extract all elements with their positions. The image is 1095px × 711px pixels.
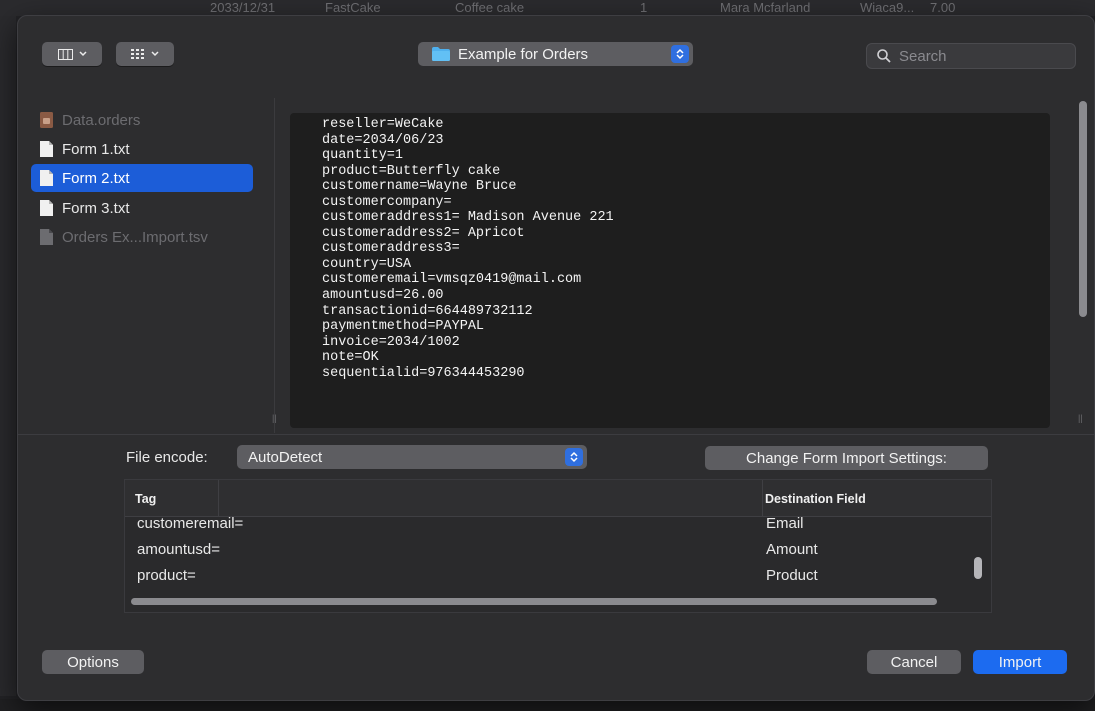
tag-cell: customeremail= [137, 515, 244, 532]
preview-line: transactionid=664489732112 [322, 303, 533, 319]
document-icon [40, 141, 53, 157]
preview-line: amountusd=26.00 [322, 288, 444, 304]
preview-line: quantity=1 [322, 148, 404, 164]
location-label: Example for Orders [458, 45, 589, 63]
tag-cell: amountusd= [137, 541, 220, 558]
column-divider[interactable] [274, 98, 275, 433]
preview-line: sequentialid=976344453290 [322, 365, 525, 381]
destination-cell: Product [766, 567, 818, 584]
preview-line: reseller=WeCake [322, 117, 444, 132]
table-row[interactable]: product= Product [125, 564, 970, 590]
file-encode-label: File encode: [126, 449, 208, 466]
grid-view-button[interactable] [116, 42, 174, 66]
document-icon [40, 200, 53, 216]
column-separator[interactable] [218, 480, 219, 516]
search-icon [877, 49, 891, 63]
popup-stepper-icon [565, 448, 583, 466]
change-form-import-settings-button[interactable]: Change Form Import Settings: [705, 446, 988, 470]
preview-scroll-thumb[interactable] [1079, 101, 1087, 317]
preview-line: note=OK [322, 350, 379, 366]
file-preview: reseller=WeCake date=2034/06/23 quantity… [290, 113, 1050, 428]
destination-cell: Email [766, 515, 804, 532]
chevron-down-icon [78, 51, 87, 57]
grid-icon [131, 48, 144, 59]
file-item-label: Form 2.txt [62, 169, 130, 187]
cancel-button[interactable]: Cancel [867, 650, 961, 674]
preview-line: customername=Wayne Bruce [322, 179, 517, 195]
file-list: Data.orders Form 1.txt Form 2.txt Form 3… [28, 98, 278, 433]
file-item-form-2[interactable]: Form 2.txt [31, 164, 253, 192]
file-item-orders-import: Orders Ex...Import.tsv [31, 223, 253, 251]
import-button[interactable]: Import [973, 650, 1067, 674]
table-horizontal-scroll-thumb[interactable] [131, 598, 937, 605]
preview-line: customeraddress2= Apricot [322, 225, 525, 241]
preview-line: invoice=2034/1002 [322, 334, 460, 350]
table-row[interactable]: customeremail= Email [125, 512, 970, 538]
file-item-data-orders: Data.orders [31, 106, 253, 134]
search-placeholder: Search [899, 47, 947, 65]
file-encode-popup[interactable]: AutoDetect [237, 445, 587, 469]
file-item-label: Orders Ex...Import.tsv [62, 228, 208, 246]
column-view-button[interactable] [42, 42, 102, 66]
background-cell: 7.00 [930, 0, 956, 15]
resize-grip-icon[interactable]: || [1078, 413, 1083, 423]
table-row[interactable]: amountusd= Amount [125, 538, 970, 564]
background-cell: FastCake [325, 0, 381, 15]
preview-line: date=2034/06/23 [322, 132, 444, 148]
import-dialog: Example for Orders Search Data.orders Fo… [17, 15, 1095, 701]
file-item-form-3[interactable]: Form 3.txt [31, 194, 253, 222]
resize-grip-icon[interactable]: || [272, 413, 277, 423]
columns-icon [57, 48, 73, 60]
document-icon [40, 170, 53, 186]
file-item-label: Form 1.txt [62, 140, 130, 158]
popup-stepper-icon [671, 45, 689, 63]
preview-line: customercompany= [322, 194, 452, 210]
tag-cell: product= [137, 567, 196, 584]
search-field[interactable]: Search [866, 43, 1076, 69]
location-popup[interactable]: Example for Orders [418, 42, 693, 66]
destination-cell: Amount [766, 541, 818, 558]
preview-line: customeremail=vmsqz0419@mail.com [322, 272, 582, 288]
preview-line: customeraddress1= Madison Avenue 221 [322, 210, 614, 226]
background-cell: Wiaca9... [860, 0, 915, 15]
document-icon [40, 229, 53, 245]
background-cell: 1 [640, 0, 648, 15]
preview-line: product=Butterfly cake [322, 163, 501, 179]
tag-column-header[interactable]: Tag [135, 492, 156, 506]
preview-line: country=USA [322, 256, 412, 272]
preview-line: paymentmethod=PAYPAL [322, 319, 485, 335]
file-item-form-1[interactable]: Form 1.txt [31, 135, 253, 163]
options-button[interactable]: Options [42, 650, 144, 674]
file-item-label: Data.orders [62, 111, 141, 129]
chevron-down-icon [151, 51, 159, 57]
section-divider [18, 434, 1094, 435]
background-cell: Coffee cake [455, 0, 525, 15]
file-item-label: Form 3.txt [62, 199, 130, 217]
preview-line: customeraddress3= [322, 241, 460, 257]
background-table-row: 2033/12/31 FastCake Coffee cake 1 Mara M… [0, 0, 1095, 16]
background-cell: 2033/12/31 [210, 0, 276, 15]
mapping-table: Tag Destination Field customeremail= Ema… [124, 479, 992, 613]
table-vertical-scroll-thumb[interactable] [974, 557, 982, 579]
file-encode-value: AutoDetect [248, 448, 323, 466]
background-sidebar [0, 16, 16, 696]
database-file-icon [40, 112, 53, 128]
destination-column-header[interactable]: Destination Field [765, 492, 866, 506]
column-separator[interactable] [762, 480, 763, 516]
folder-icon [432, 47, 450, 61]
background-cell: Mara Mcfarland [720, 0, 811, 15]
